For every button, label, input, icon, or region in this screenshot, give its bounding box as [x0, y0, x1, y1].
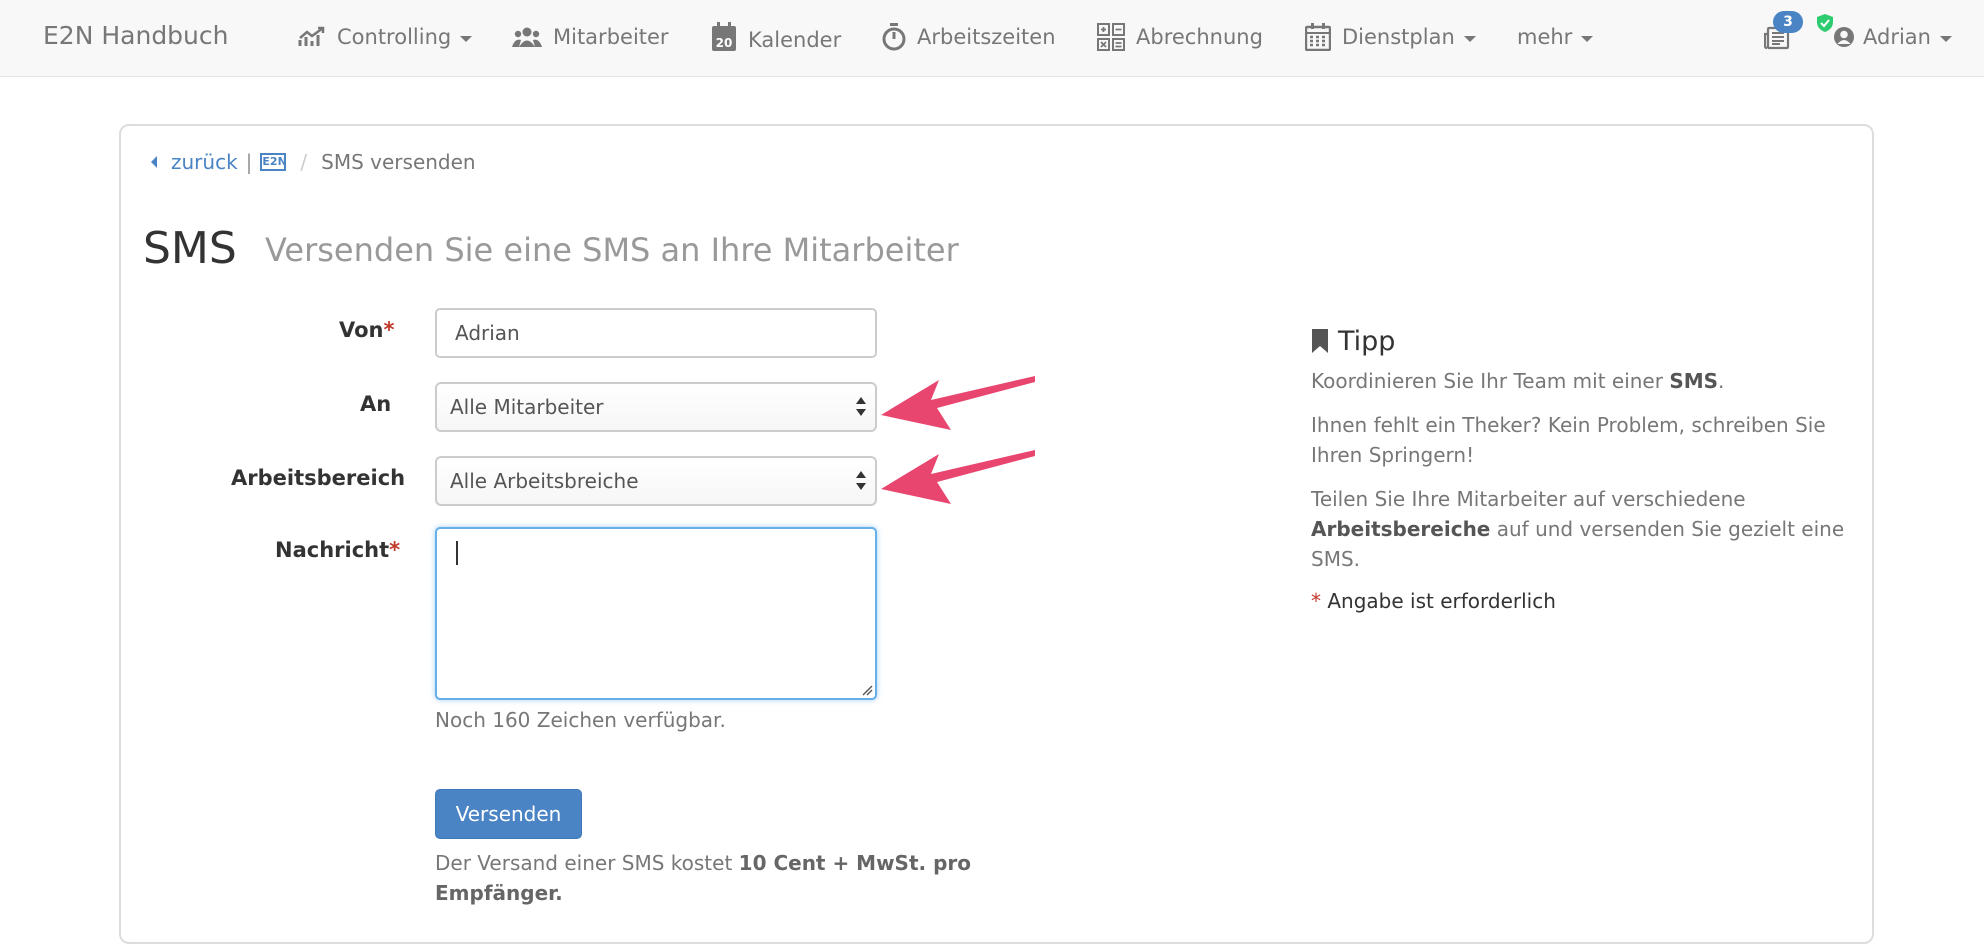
- nav-kalender[interactable]: 20 Kalender: [711, 20, 841, 54]
- svg-text:20: 20: [716, 36, 733, 50]
- message-textarea[interactable]: [435, 527, 877, 700]
- user-name: Adrian: [1863, 25, 1931, 49]
- chevron-down-icon: [1581, 35, 1594, 42]
- calendar-day-icon: 20: [712, 22, 736, 51]
- breadcrumb: zurück | E2N / SMS versenden: [151, 147, 476, 177]
- resize-grip-icon[interactable]: [861, 684, 873, 696]
- nav-arbeitszeiten-label: Arbeitszeiten: [917, 25, 1056, 49]
- shield-check-icon: [1817, 14, 1833, 32]
- user-menu[interactable]: Adrian: [1815, 14, 1952, 54]
- nav-mehr[interactable]: mehr: [1517, 20, 1594, 54]
- required-legend: * Angabe ist erforderlich: [1311, 589, 1556, 613]
- to-label: An: [360, 392, 392, 416]
- breadcrumb-current: SMS versenden: [321, 150, 476, 174]
- nav-dienstplan[interactable]: Dienstplan: [1305, 20, 1476, 54]
- caret-left-icon: [151, 156, 157, 168]
- annotation-arrow-to: [881, 376, 1035, 430]
- nav-controlling-label: Controlling: [337, 25, 452, 49]
- nav-controlling[interactable]: Controlling: [298, 20, 473, 54]
- select-arrows-icon: [855, 396, 867, 418]
- brand-link[interactable]: E2N Handbuch: [43, 21, 229, 50]
- e2n-logo-icon[interactable]: E2N: [260, 153, 287, 171]
- back-link-label: zurück: [171, 150, 238, 174]
- select-arrows-icon: [855, 470, 867, 492]
- area-label: Arbeitsbereich: [231, 466, 406, 490]
- top-navbar: E2N Handbuch Controlling Mitarbeiter 20 …: [0, 0, 1984, 77]
- nav-mitarbeiter-label: Mitarbeiter: [553, 25, 669, 49]
- cost-note: Der Versand einer SMS kostet 10 Cent + M…: [435, 851, 971, 905]
- page-title: SMS: [143, 223, 237, 274]
- nav-mitarbeiter[interactable]: Mitarbeiter: [512, 20, 669, 54]
- text-cursor: [456, 541, 458, 565]
- page-subtitle: Versenden Sie eine SMS an Ihre Mitarbeit…: [265, 231, 959, 269]
- chevron-down-icon: [1463, 35, 1476, 42]
- calculator-icon: [1097, 23, 1125, 51]
- tip-title: Tipp: [1311, 323, 1395, 359]
- notifications-badge: 3: [1773, 11, 1803, 33]
- nav-dienstplan-label: Dienstplan: [1342, 25, 1455, 49]
- tip-paragraph-3: Teilen Sie Ihre Mitarbeiter auf verschie…: [1311, 487, 1845, 571]
- main-panel: zurück | E2N / SMS versenden SMS Versend…: [119, 124, 1874, 944]
- nav-abrechnung-label: Abrechnung: [1136, 25, 1263, 49]
- stopwatch-icon: [882, 23, 906, 51]
- tip-paragraph-1: Koordinieren Sie Ihr Team mit einer SMS.: [1311, 369, 1725, 393]
- user-circle-icon: [1834, 27, 1854, 47]
- area-select-value: Alle Arbeitsbreiche: [450, 469, 639, 493]
- chart-line-icon: [298, 26, 325, 46]
- chevron-down-icon: [460, 35, 473, 42]
- nav-mehr-label: mehr: [1517, 25, 1573, 49]
- breadcrumb-separator: |: [245, 150, 253, 174]
- message-label: Nachricht*: [275, 538, 401, 562]
- breadcrumb-divider: /: [300, 150, 308, 174]
- nav-arbeitszeiten[interactable]: Arbeitszeiten: [882, 20, 1056, 54]
- users-icon: [512, 27, 542, 47]
- from-label: Von*: [339, 318, 395, 342]
- send-button[interactable]: Versenden: [435, 789, 582, 839]
- tip-paragraph-2: Ihnen fehlt ein Theker? Kein Problem, sc…: [1311, 413, 1826, 467]
- chevron-down-icon: [1939, 35, 1952, 42]
- from-input[interactable]: [435, 308, 877, 358]
- annotation-arrow-area: [881, 450, 1035, 504]
- to-select-value: Alle Mitarbeiter: [450, 395, 604, 419]
- nav-abrechnung[interactable]: Abrechnung: [1097, 20, 1263, 54]
- required-mark: *: [389, 538, 401, 562]
- area-select[interactable]: Alle Arbeitsbreiche: [435, 456, 877, 506]
- bookmark-icon: [1312, 329, 1328, 353]
- calendar-grid-icon: [1305, 23, 1331, 51]
- back-link[interactable]: zurück: [151, 150, 238, 174]
- notifications-button[interactable]: 3: [1761, 11, 1803, 54]
- chars-remaining-text: Noch 160 Zeichen verfügbar.: [435, 708, 726, 732]
- required-mark: *: [383, 318, 395, 342]
- to-select[interactable]: Alle Mitarbeiter: [435, 382, 877, 432]
- nav-kalender-label: Kalender: [748, 28, 842, 52]
